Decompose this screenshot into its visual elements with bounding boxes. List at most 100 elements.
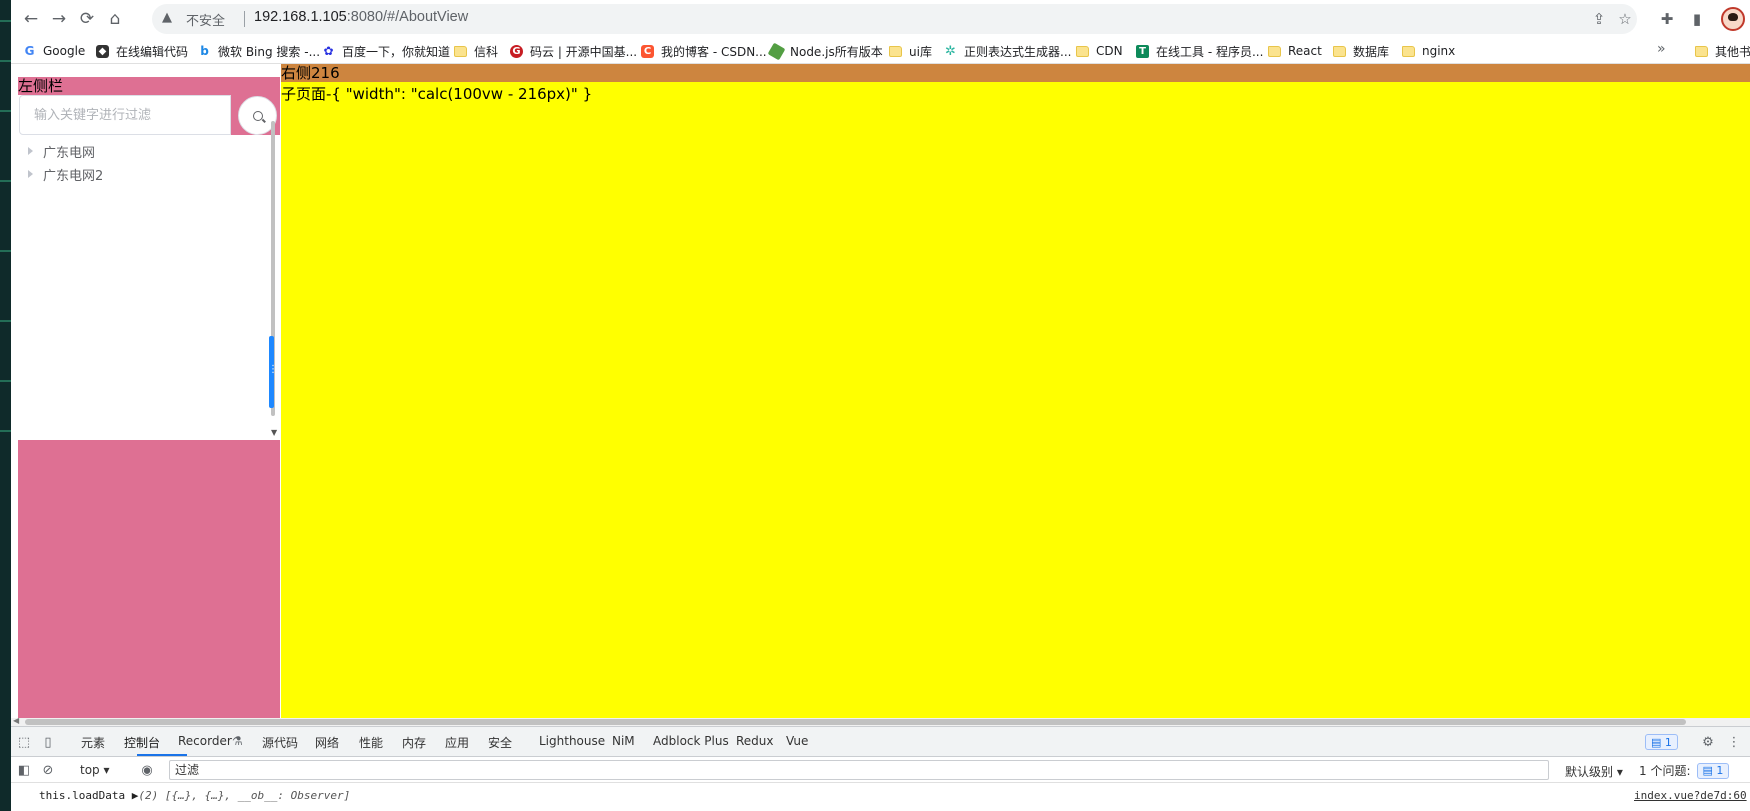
- horizontal-scrollbar-thumb[interactable]: [25, 719, 1686, 725]
- issues-counter[interactable]: 1 个问题: ▤ 1: [1639, 762, 1730, 779]
- bookmark-label: 正则表达式生成器...: [964, 44, 1072, 59]
- devtools-tab-sources[interactable]: 源代码: [262, 734, 298, 751]
- devtools-panel: ⬚ ▯ 元素 控制台 Recorder ⚗ 源代码 网络 性能 内存 应用 安全…: [11, 726, 1750, 811]
- log-object[interactable]: (2) [{…}, {…}, __ob__: Observer]: [138, 789, 350, 802]
- bookmark-item[interactable]: G 码云 | 开源中国基...: [510, 41, 637, 61]
- issues-badge[interactable]: ▤ 1: [1645, 734, 1678, 750]
- tree-node[interactable]: 广东电网2: [18, 163, 268, 185]
- device-toolbar-icon[interactable]: ▯: [39, 733, 57, 751]
- devtools-tab-recorder[interactable]: Recorder: [178, 734, 232, 748]
- bookmark-item[interactable]: React: [1268, 41, 1322, 61]
- issues-count-badge[interactable]: ▤ 1: [1696, 762, 1730, 779]
- filter-input[interactable]: [19, 95, 231, 135]
- caret-right-icon[interactable]: [28, 147, 33, 155]
- bookmark-item[interactable]: ✿ 百度一下，你就知道: [322, 41, 450, 61]
- devtools-tab-application[interactable]: 应用: [445, 734, 469, 751]
- folder-icon: [1402, 45, 1415, 57]
- warning-triangle-icon[interactable]: ▲: [162, 10, 180, 28]
- bookmark-item[interactable]: ✲ 正则表达式生成器...: [944, 41, 1071, 61]
- page-viewport: 左侧栏 广东电网 广东电网2 ▼ 右侧216 子页面-{ "width": "c…: [11, 64, 1750, 726]
- bookmark-label: 我的博客 - CSDN...: [661, 44, 767, 59]
- bookmark-item[interactable]: b 微软 Bing 搜索 -...: [198, 41, 320, 61]
- tools-icon: T: [1136, 44, 1149, 58]
- security-status-label[interactable]: 不安全: [186, 10, 225, 29]
- folder-icon: [889, 45, 902, 57]
- bookmark-item[interactable]: 数据库: [1333, 41, 1389, 61]
- active-tab-indicator: [137, 754, 187, 756]
- issues-label: 1 个问题:: [1639, 764, 1691, 778]
- devtools-tab-lighthouse[interactable]: Lighthouse: [539, 734, 605, 748]
- reload-icon[interactable]: ⟳: [75, 7, 99, 31]
- bookmark-star-icon[interactable]: ☆: [1615, 9, 1635, 29]
- bookmark-item[interactable]: Node.js所有版本: [767, 41, 883, 61]
- bookmark-label: CDN: [1096, 44, 1123, 58]
- resize-splitter-handle[interactable]: [268, 336, 278, 408]
- tree-node[interactable]: 广东电网: [18, 140, 268, 162]
- console-filter-input[interactable]: 过滤: [169, 760, 1549, 780]
- console-log-line[interactable]: this.loadData ▶(2) [{…}, {…}, __ob__: Ob…: [39, 789, 350, 802]
- other-bookmarks[interactable]: 其他书: [1695, 41, 1750, 61]
- devtools-tab-network[interactable]: 网络: [315, 734, 339, 751]
- devtools-tab-adblock[interactable]: Adblock Plus: [653, 734, 729, 748]
- bookmark-item[interactable]: 信科: [454, 41, 498, 61]
- context-selector[interactable]: top ▾: [80, 763, 110, 777]
- horizontal-scrollbar[interactable]: ◀: [11, 716, 1750, 726]
- back-arrow-icon[interactable]: ←: [19, 7, 43, 31]
- regex-icon: ✲: [944, 43, 957, 59]
- url-path: :8080/#/AboutView: [346, 9, 469, 25]
- devtools-tab-security[interactable]: 安全: [488, 734, 512, 751]
- inspect-element-icon[interactable]: ⬚: [15, 733, 33, 751]
- flask-icon: ⚗: [232, 734, 243, 748]
- bookmark-label: Google: [43, 44, 86, 58]
- devtools-tab-console[interactable]: 控制台: [124, 734, 160, 751]
- eye-icon[interactable]: ◉: [138, 761, 156, 779]
- folder-icon: [1268, 45, 1281, 57]
- devtools-tab-nim[interactable]: NiM: [612, 734, 635, 748]
- bookmark-item[interactable]: nginx: [1402, 41, 1455, 61]
- share-icon[interactable]: ⇪: [1589, 9, 1609, 29]
- caret-right-icon[interactable]: [28, 170, 33, 178]
- bookmarks-overflow-chevron-icon[interactable]: »: [1657, 41, 1666, 57]
- sidebar-toggle-icon[interactable]: ◧: [15, 761, 33, 779]
- folder-icon: [1695, 45, 1708, 57]
- gear-icon[interactable]: ⚙: [1699, 733, 1717, 751]
- more-vertical-icon[interactable]: ⋮: [1725, 733, 1743, 751]
- bookmark-item[interactable]: ◆ 在线编辑代码: [96, 41, 188, 61]
- devtools-tab-bar: ⬚ ▯ 元素 控制台 Recorder ⚗ 源代码 网络 性能 内存 应用 安全…: [11, 727, 1750, 757]
- devtools-tab-redux[interactable]: Redux: [736, 734, 774, 748]
- devtools-tab-memory[interactable]: 内存: [402, 734, 426, 751]
- bookmark-item[interactable]: T 在线工具 - 程序员...: [1136, 41, 1263, 61]
- profile-avatar[interactable]: [1721, 7, 1745, 31]
- desktop-background-strip: [0, 0, 11, 811]
- bookmark-item[interactable]: ui库: [889, 41, 932, 61]
- home-icon[interactable]: ⌂: [103, 7, 127, 31]
- browser-toolbar: ← → ⟳ ⌂ ▲ 不安全 192.168.1.105:8080/#/About…: [11, 0, 1750, 38]
- google-icon: G: [23, 43, 36, 58]
- devtools-tab-performance[interactable]: 性能: [359, 734, 383, 751]
- log-source-link[interactable]: index.vue?de7d:60: [1634, 789, 1747, 802]
- tree-node-label: 广东电网: [43, 145, 96, 161]
- scroll-left-arrow-icon[interactable]: ◀: [13, 716, 19, 725]
- codepen-icon: ◆: [96, 44, 109, 58]
- bing-icon: b: [198, 44, 211, 58]
- folder-icon: [1333, 45, 1346, 57]
- address-bar[interactable]: ▲ 不安全 192.168.1.105:8080/#/AboutView ⇪ ☆: [152, 4, 1637, 34]
- url-text[interactable]: 192.168.1.105:8080/#/AboutView: [254, 9, 468, 25]
- bookmark-item[interactable]: C 我的博客 - CSDN...: [641, 41, 767, 61]
- bookmark-label: Node.js所有版本: [790, 44, 883, 59]
- log-level-selector[interactable]: 默认级别 ▾: [1565, 763, 1623, 780]
- devtools-tab-vue[interactable]: Vue: [786, 734, 808, 748]
- left-sidebar: 左侧栏 广东电网 广东电网2 ▼: [18, 77, 280, 718]
- side-panel-icon[interactable]: ▮: [1686, 8, 1708, 30]
- bookmark-label: 百度一下，你就知道: [342, 44, 451, 59]
- bookmark-label: 码云 | 开源中国基...: [530, 44, 638, 59]
- bookmark-label: nginx: [1422, 44, 1456, 58]
- clear-console-icon[interactable]: ⊘: [39, 761, 57, 779]
- child-page-text: 子页面-{ "width": "calc(100vw - 216px)" }: [281, 85, 593, 103]
- bookmark-item[interactable]: CDN: [1076, 41, 1123, 61]
- bookmark-item[interactable]: G Google: [23, 41, 85, 61]
- devtools-tab-elements[interactable]: 元素: [81, 734, 105, 751]
- scroll-down-arrow-icon[interactable]: ▼: [271, 428, 277, 437]
- extensions-puzzle-icon[interactable]: ✚: [1656, 8, 1678, 30]
- forward-arrow-icon[interactable]: →: [47, 7, 71, 31]
